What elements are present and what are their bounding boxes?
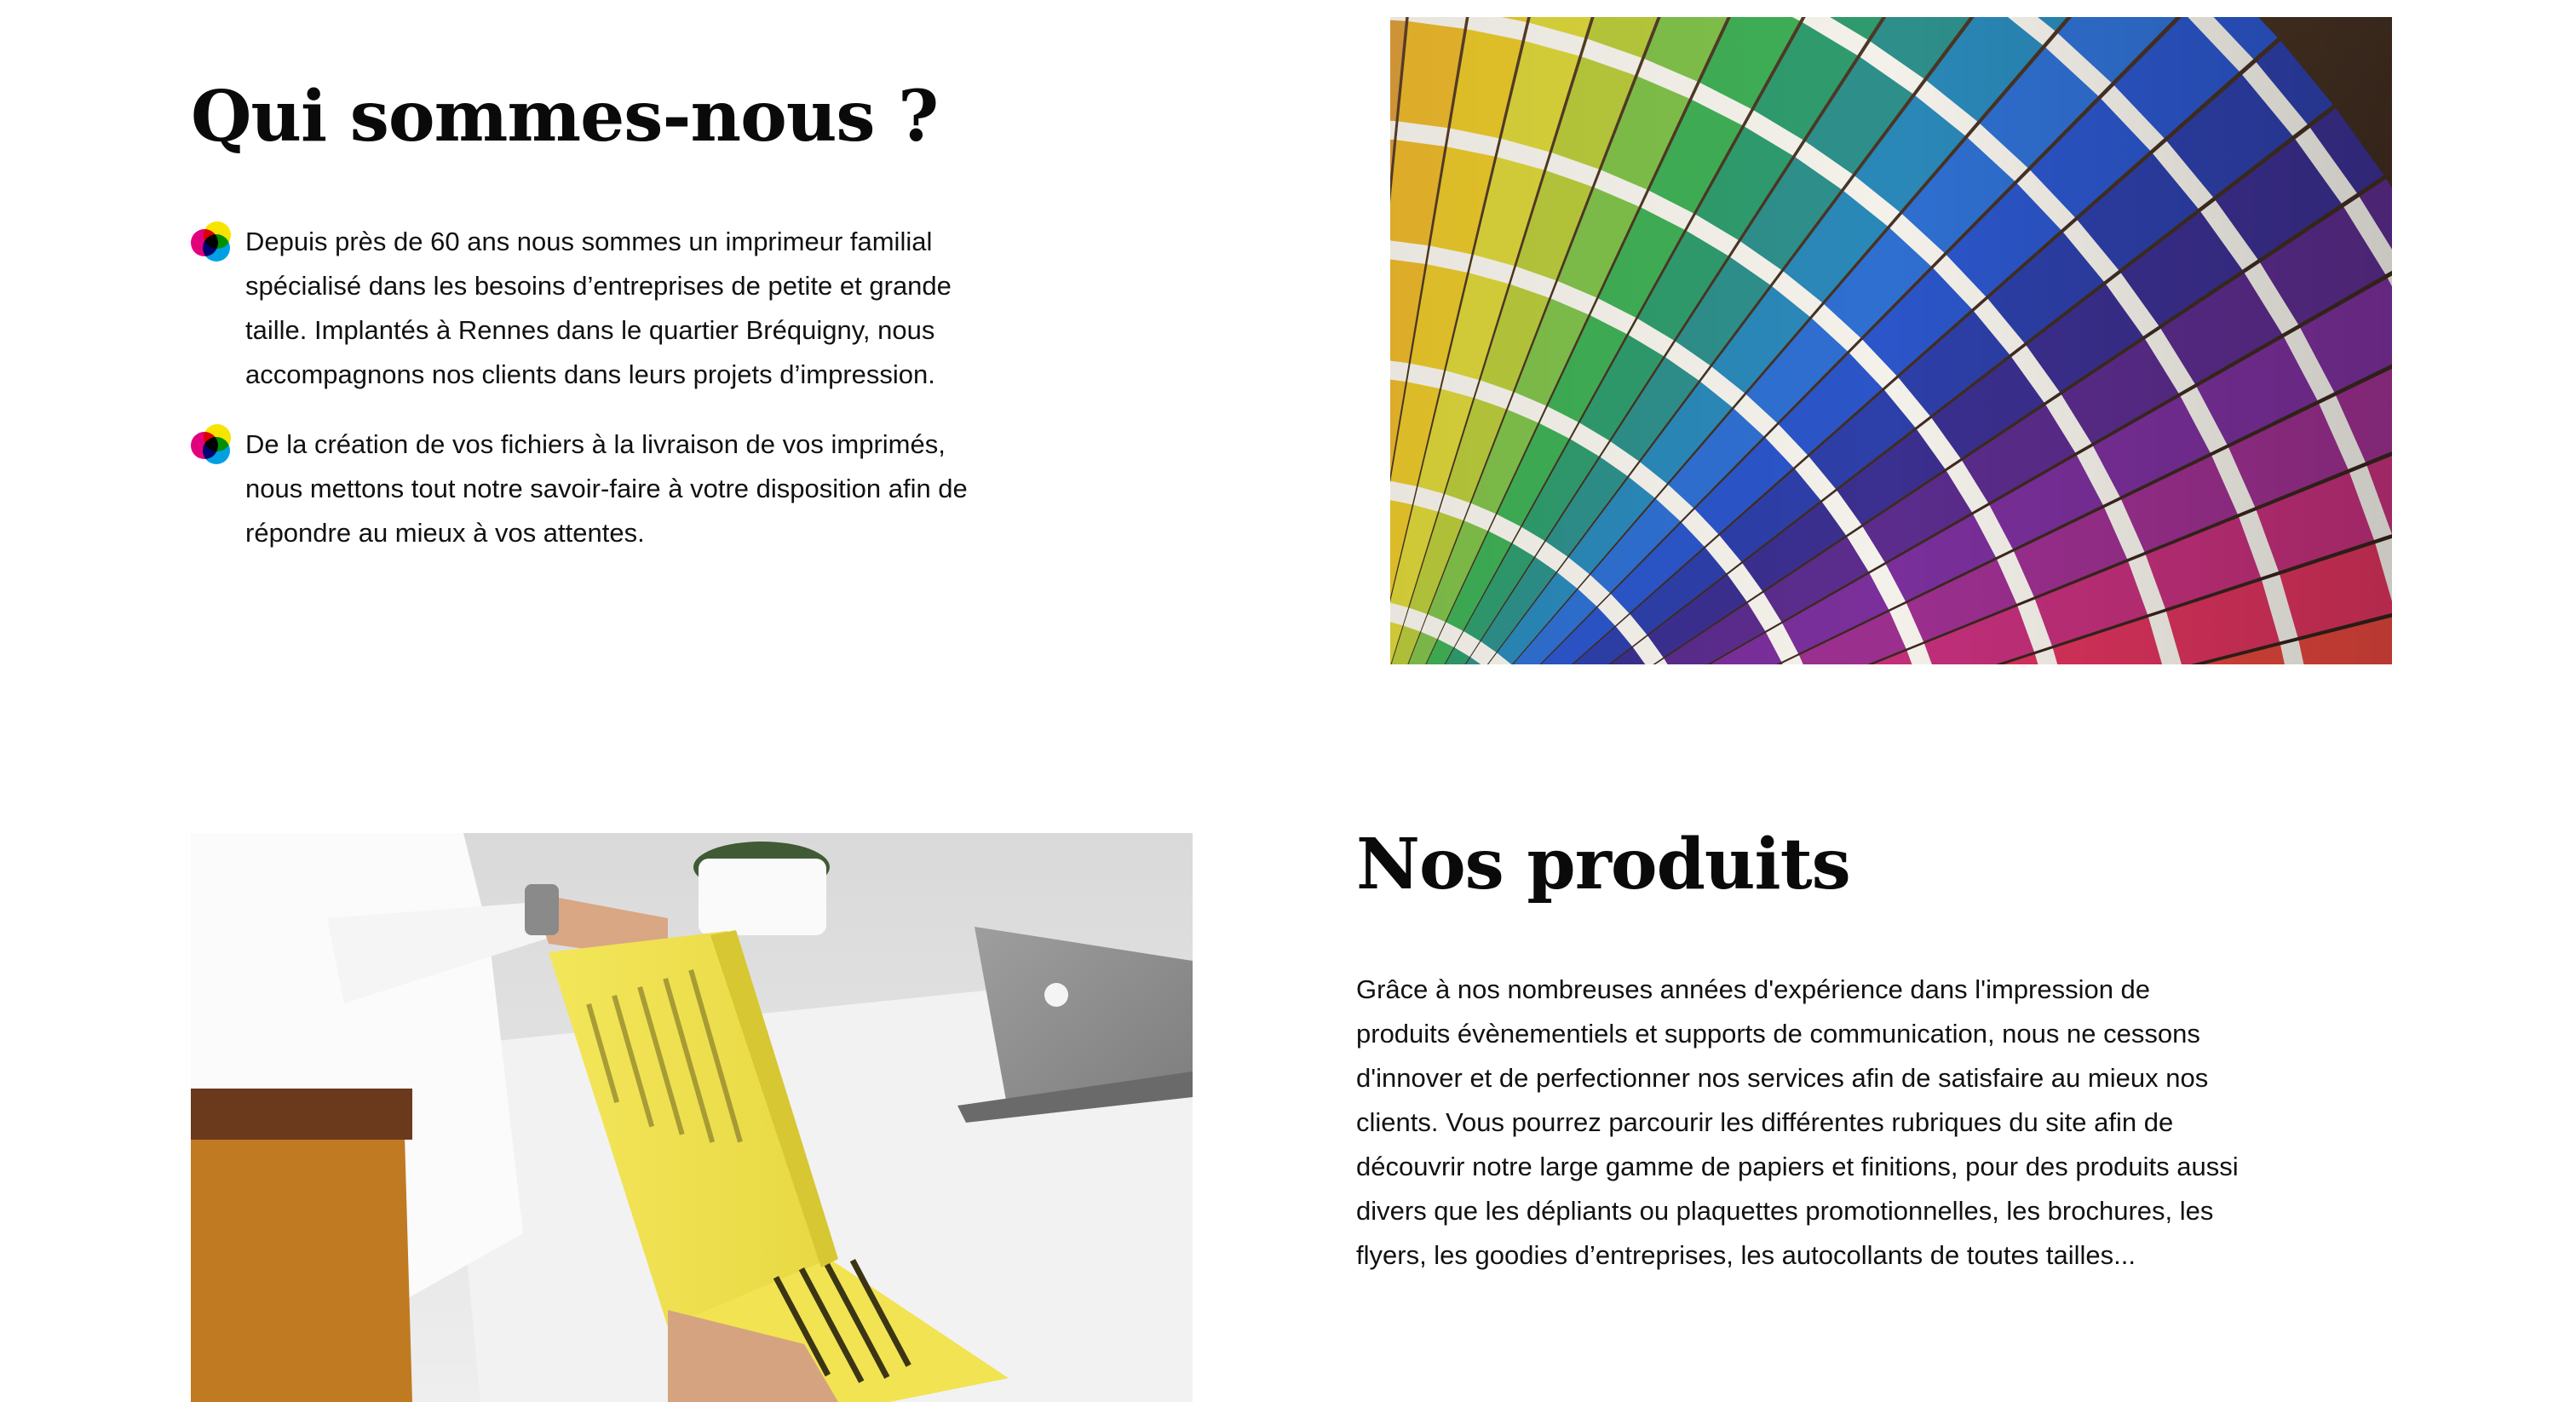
about-bullet-text: Depuis près de 60 ans nous sommes un imp…: [245, 227, 952, 389]
about-bullet-item: Depuis près de 60 ans nous sommes un imp…: [191, 220, 975, 397]
products-heading: Nos produits: [1356, 824, 1851, 905]
about-bullet-list: Depuis près de 60 ans nous sommes un imp…: [191, 220, 975, 581]
person-reading-yellow-magazine-image: [191, 833, 1193, 1402]
cmyk-dots-icon: [191, 221, 232, 262]
about-bullet-item: De la création de vos fichiers à la livr…: [191, 422, 975, 555]
products-description: Grâce à nos nombreuses années d'expérien…: [1356, 974, 2239, 1270]
cmyk-dots-icon: [191, 424, 232, 465]
color-swatch-fan-image: [1390, 17, 2392, 664]
about-heading: Qui sommes-nous ?: [191, 76, 939, 158]
about-bullet-text: De la création de vos fichiers à la livr…: [245, 429, 968, 548]
